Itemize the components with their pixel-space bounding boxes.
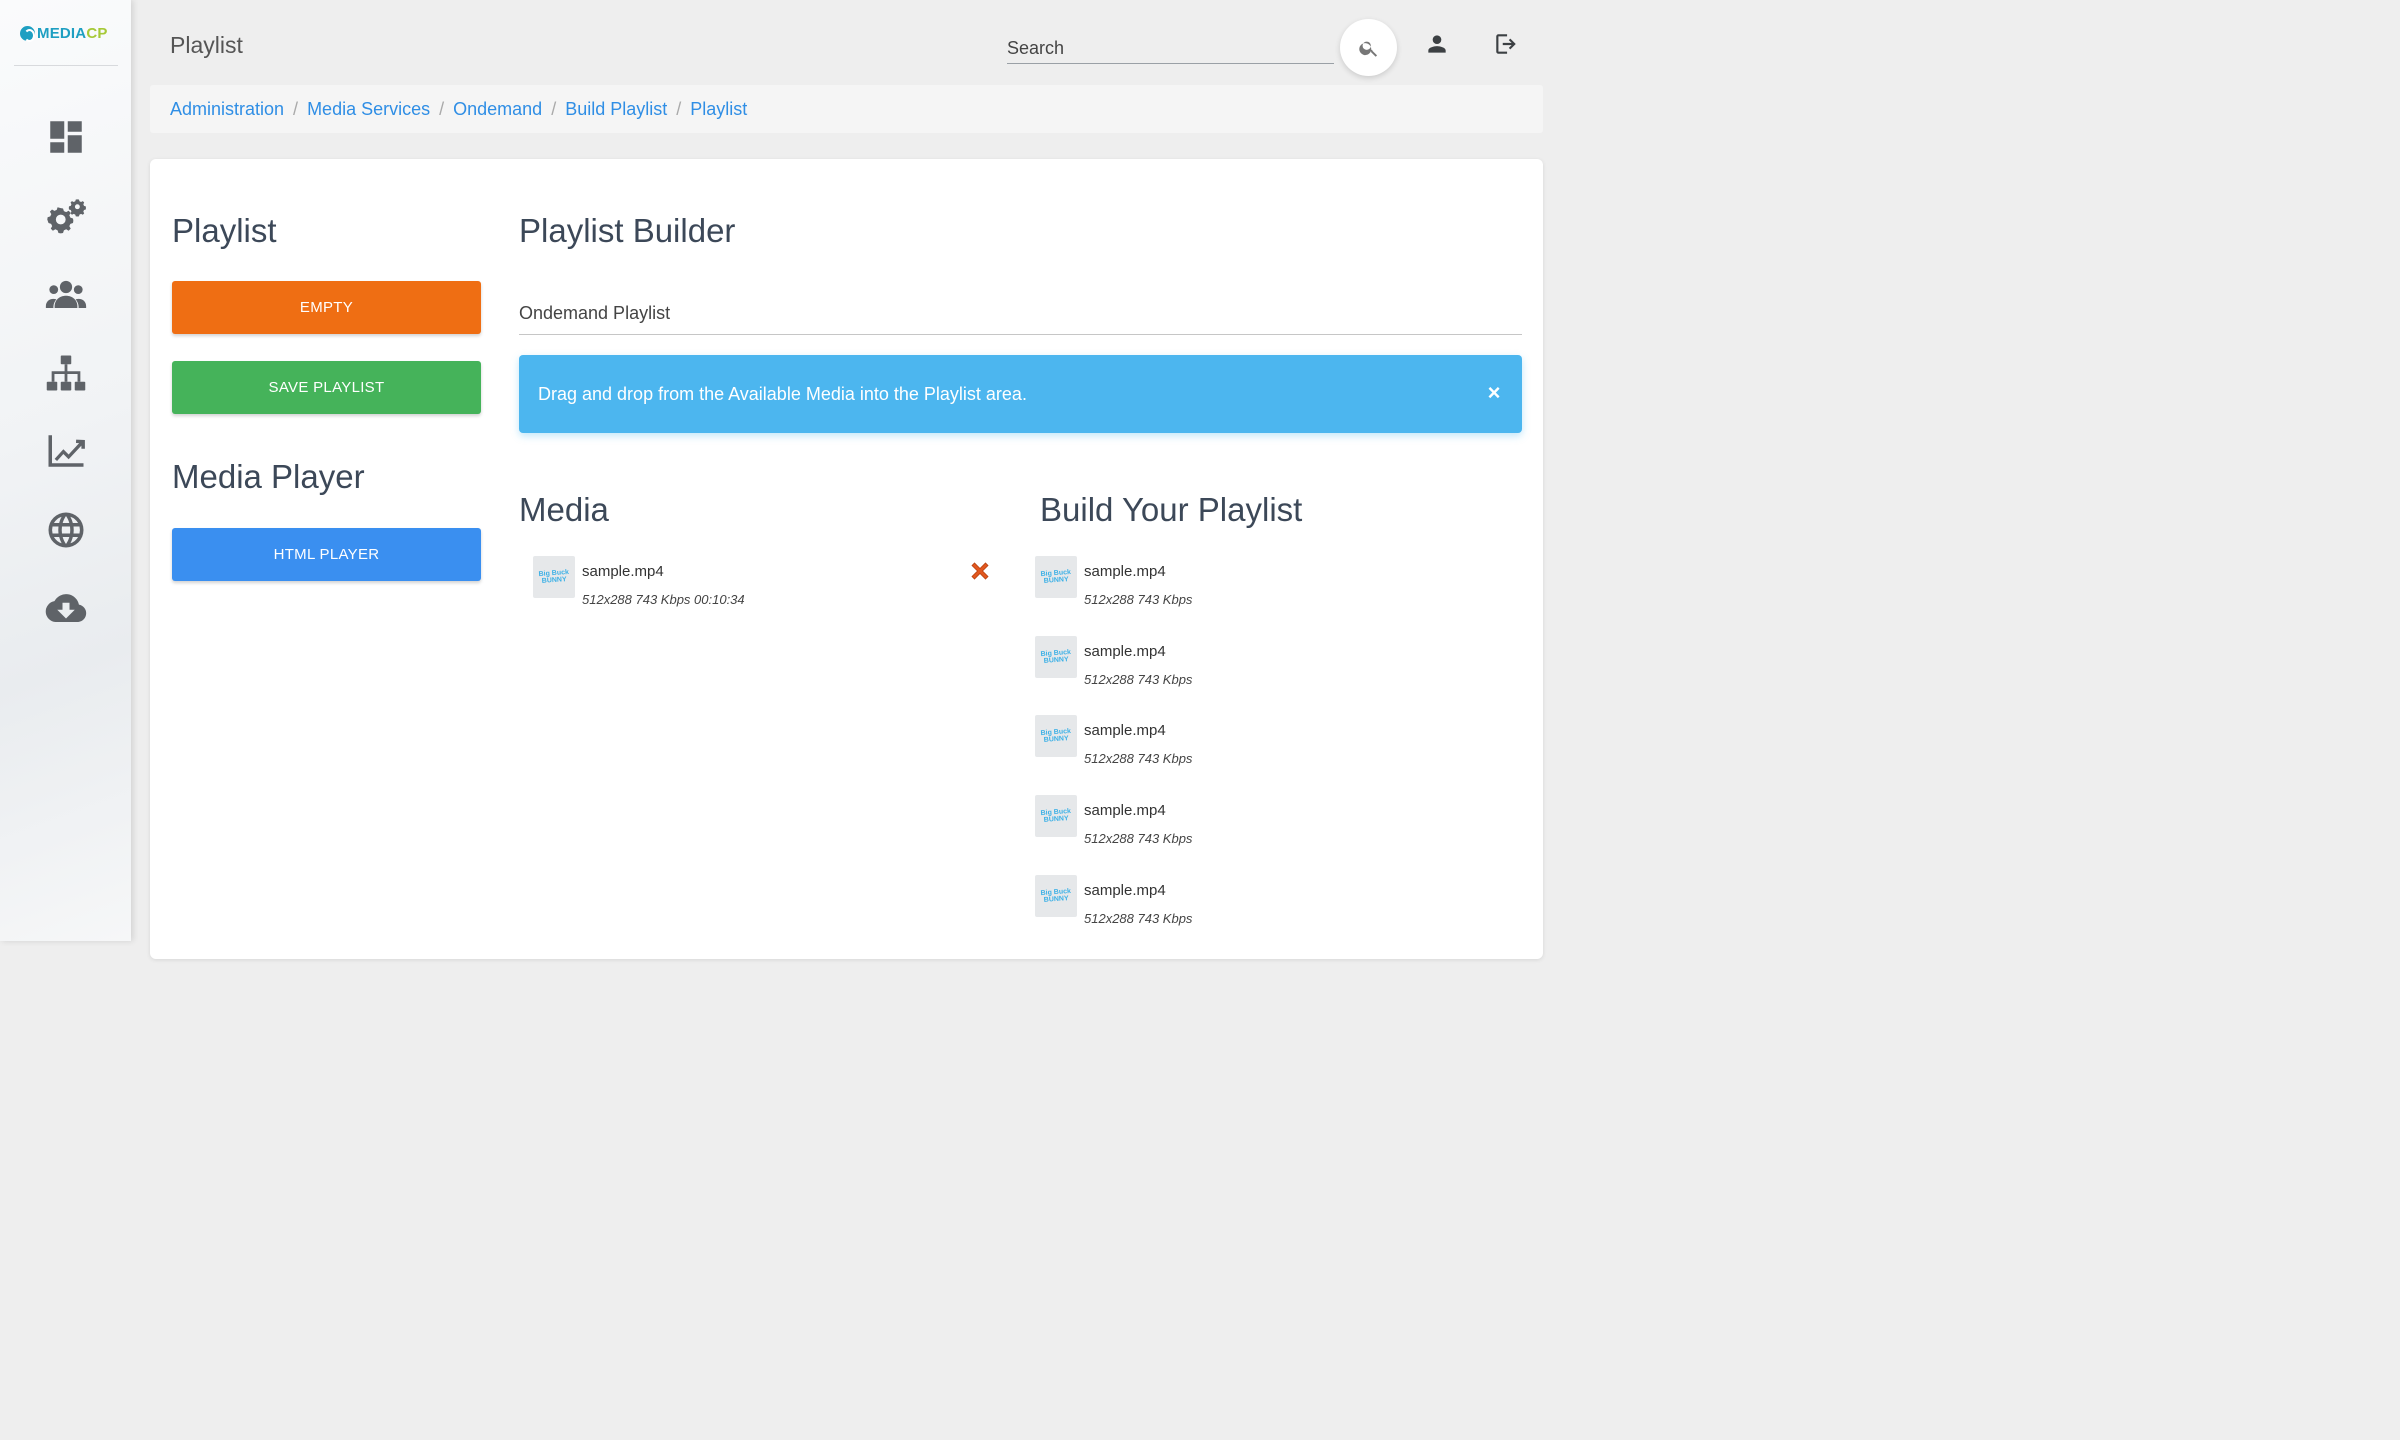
breadcrumb-ondemand[interactable]: Ondemand [453, 99, 542, 120]
logout-icon [1496, 34, 1516, 54]
sidebar-item-globe[interactable] [0, 491, 131, 570]
sidebar-item-settings[interactable] [0, 177, 131, 256]
sidebar-item-dashboard[interactable] [0, 98, 131, 177]
video-thumbnail: Big Buck BUNNY [1035, 795, 1077, 837]
breadcrumb-separator: / [439, 98, 445, 119]
breadcrumb-separator: / [676, 98, 682, 119]
logo-icon [20, 26, 35, 42]
playlist-builder-heading: Playlist Builder [519, 212, 736, 249]
analytics-icon [48, 435, 85, 467]
media-player-heading: Media Player [172, 458, 365, 495]
globe-icon [48, 512, 83, 548]
sidebar-item-analytics[interactable] [0, 412, 131, 491]
breadcrumb-separator: / [293, 98, 299, 119]
playlist-item-meta: 512x288 743 Kbps [1084, 751, 1193, 766]
playlist-item-name: sample.mp4 [1084, 882, 1166, 899]
html-player-button[interactable]: HTML PLAYER [172, 528, 481, 581]
playlist-item-meta: 512x288 743 Kbps [1084, 592, 1193, 607]
media-meta: 512x288 743 Kbps 00:10:34 [582, 592, 745, 607]
sidebar-item-sitemap[interactable] [0, 334, 131, 413]
sidebar-item-download[interactable] [0, 569, 131, 648]
sidebar-item-users[interactable] [0, 255, 131, 334]
playlist-item[interactable]: Big Buck BUNNY sample.mp4 512x288 743 Kb… [1035, 715, 1335, 775]
breadcrumb-build-playlist[interactable]: Build Playlist [565, 99, 667, 120]
breadcrumb-administration[interactable]: Administration [170, 99, 284, 120]
playlist-item[interactable]: Big Buck BUNNY sample.mp4 512x288 743 Kb… [1035, 636, 1335, 696]
page-title: Playlist [170, 32, 243, 58]
empty-button[interactable]: EMPTY [172, 281, 481, 334]
logo[interactable]: MEDIACP [14, 18, 118, 66]
playlist-item-name: sample.mp4 [1084, 563, 1166, 580]
breadcrumb-media-services[interactable]: Media Services [307, 99, 430, 120]
save-playlist-button[interactable]: SAVE PLAYLIST [172, 361, 481, 414]
breadcrumb: Administration / Media Services / Ondema… [150, 85, 1543, 133]
breadcrumb-playlist[interactable]: Playlist [690, 99, 747, 120]
alert-text: Drag and drop from the Available Media i… [538, 383, 1027, 404]
video-thumbnail: Big Buck BUNNY [533, 556, 575, 598]
playlist-item[interactable]: Big Buck BUNNY sample.mp4 512x288 743 Kb… [1035, 795, 1335, 855]
users-icon [45, 281, 86, 309]
main-card: Playlist EMPTY SAVE PLAYLIST Media Playe… [150, 159, 1543, 959]
dashboard-icon [49, 121, 82, 153]
person-icon [1428, 35, 1446, 53]
playlist-item-meta: 512x288 743 Kbps [1084, 831, 1193, 846]
video-thumbnail: Big Buck BUNNY [1035, 636, 1077, 678]
logo-text: MEDIACP [37, 25, 108, 42]
search-icon [1358, 41, 1377, 57]
build-playlist-heading: Build Your Playlist [1040, 491, 1303, 528]
playlist-item-name: sample.mp4 [1084, 802, 1166, 819]
account-button[interactable] [1422, 29, 1452, 59]
sidebar-nav [0, 98, 131, 648]
video-thumbnail: Big Buck BUNNY [1035, 556, 1077, 598]
media-heading: Media [519, 491, 609, 528]
search-button[interactable] [1340, 19, 1397, 76]
playlist-item-name: sample.mp4 [1084, 643, 1166, 660]
remove-icon[interactable] [968, 559, 992, 583]
info-alert: Drag and drop from the Available Media i… [519, 355, 1522, 433]
playlist-item-name: sample.mp4 [1084, 722, 1166, 739]
playlist-item[interactable]: Big Buck BUNNY sample.mp4 512x288 743 Kb… [1035, 556, 1335, 616]
alert-close-button[interactable]: × [1484, 380, 1504, 405]
settings-icon [46, 199, 86, 234]
breadcrumb-separator: / [551, 98, 557, 119]
playlist-item[interactable]: Big Buck BUNNY sample.mp4 512x288 743 Kb… [1035, 875, 1335, 935]
search-input[interactable] [1007, 30, 1334, 64]
logout-button[interactable] [1491, 29, 1521, 59]
media-item[interactable]: Big Buck BUNNY sample.mp4 512x288 743 Kb… [533, 556, 833, 616]
media-name: sample.mp4 [582, 563, 664, 580]
playlist-heading: Playlist [172, 212, 277, 249]
sitemap-icon [46, 355, 85, 391]
playlist-name-field[interactable]: Ondemand Playlist [519, 292, 1522, 335]
video-thumbnail: Big Buck BUNNY [1035, 875, 1077, 917]
playlist-item-meta: 512x288 743 Kbps [1084, 911, 1193, 926]
playlist-item-meta: 512x288 743 Kbps [1084, 672, 1193, 687]
sidebar: MEDIACP [0, 0, 131, 941]
cloud-download-icon [45, 594, 86, 623]
video-thumbnail: Big Buck BUNNY [1035, 715, 1077, 757]
